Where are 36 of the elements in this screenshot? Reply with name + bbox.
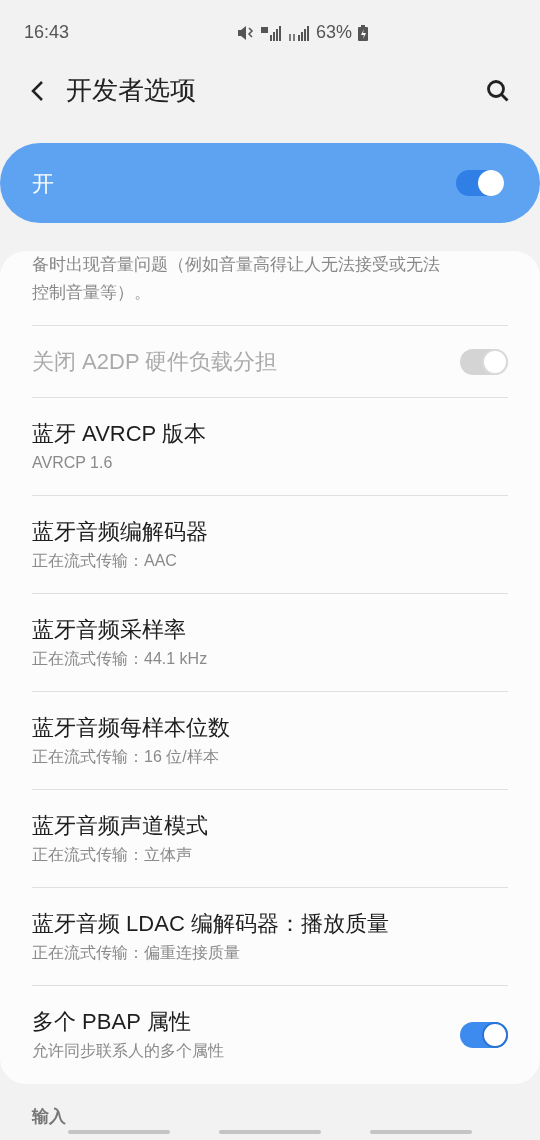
page-title: 开发者选项: [66, 74, 196, 108]
signal-icon: [259, 24, 282, 41]
setting-title: 多个 PBAP 属性: [32, 1008, 192, 1037]
toggle-switch[interactable]: [460, 1022, 508, 1049]
back-icon[interactable]: [30, 79, 44, 102]
setting-row[interactable]: 蓝牙音频编解码器 正在流式传输：AAC: [32, 496, 508, 595]
battery-icon: [358, 24, 368, 41]
setting-title: 蓝牙音频采样率: [32, 616, 187, 644]
setting-row[interactable]: 多个 PBAP 属性 允许同步联系人的多个属性: [32, 986, 508, 1085]
setting-summary: 正在流式传输：44.1 kHz: [32, 649, 208, 669]
setting-title: 蓝牙音频每样本位数: [32, 714, 230, 742]
search-icon[interactable]: [486, 78, 510, 103]
setting-title: 蓝牙 AVRCP 版本: [32, 420, 206, 448]
setting-row[interactable]: 蓝牙音频 LDAC 编解码器：播放质量 正在流式传输：偏重连接质量: [32, 888, 508, 987]
setting-summary: 正在流式传输：AAC: [32, 551, 178, 571]
setting-summary: AVRCP 1.6: [32, 453, 114, 473]
setting-title: 关闭 A2DP 硬件负载分担: [32, 348, 278, 376]
toggle-switch[interactable]: [456, 170, 504, 196]
setting-title: 蓝牙音频 LDAC 编解码器：播放质量: [32, 910, 389, 938]
setting-row[interactable]: 蓝牙音频采样率 正在流式传输：44.1 kHz: [32, 594, 508, 693]
setting-title: 蓝牙音频声道模式: [32, 812, 208, 840]
setting-summary: 正在流式传输：立体声: [32, 845, 193, 865]
setting-title: 蓝牙音频编解码器: [32, 518, 208, 546]
setting-summary: 正在流式传输：16 位/样本: [32, 747, 220, 767]
mute-icon: [235, 23, 254, 42]
setting-summary: 正在流式传输：偏重连接质量: [32, 943, 241, 963]
setting-row[interactable]: 蓝牙音频声道模式 正在流式传输：立体声: [32, 790, 508, 889]
setting-row[interactable]: 蓝牙音频每样本位数 正在流式传输：16 位/样本: [32, 692, 508, 791]
status-time: 16:43: [24, 21, 70, 45]
master-switch-label: 开: [32, 169, 54, 198]
signal-icon: [287, 24, 310, 41]
setting-row[interactable]: 蓝牙 AVRCP 版本 AVRCP 1.6: [32, 398, 508, 497]
description-text: 备时出现音量问题（例如音量高得让人无法接受或无法控制音量等）。: [32, 254, 441, 305]
section-header: 输入: [30, 1106, 67, 1129]
setting-summary: 允许同步联系人的多个属性: [32, 1041, 224, 1062]
battery-percent: 63%: [315, 21, 352, 45]
